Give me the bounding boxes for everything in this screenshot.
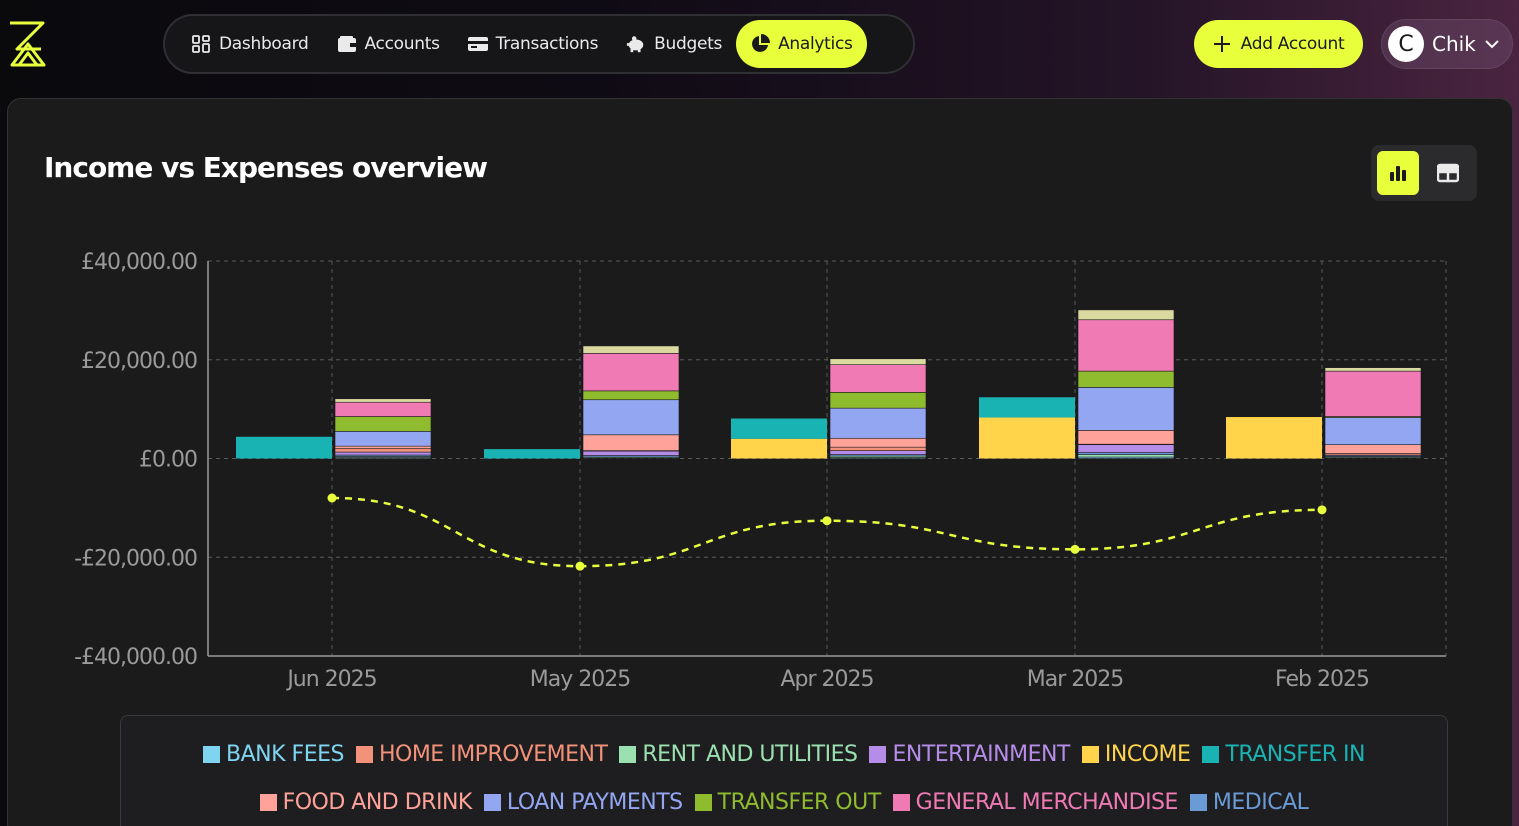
bar-segment-transfer-in[interactable]	[731, 418, 827, 439]
bar-segment-transfer-out[interactable]	[582, 390, 680, 401]
bar-segment-home-improvement[interactable]	[829, 446, 927, 451]
y-tick-label: £0.00	[139, 448, 197, 473]
bar-segment-general-merchandise[interactable]	[1324, 370, 1422, 417]
bar-segment-general-merchandise[interactable]	[829, 364, 927, 393]
bar-segment-income[interactable]	[1226, 417, 1322, 459]
bar-segment-transfer-out[interactable]	[1077, 370, 1175, 388]
x-tick-label: Feb 2025	[1275, 667, 1369, 692]
x-tick-label: May 2025	[530, 667, 630, 692]
bar-segment-other[interactable]	[829, 358, 927, 365]
bar-segment-other[interactable]	[1077, 309, 1175, 321]
bar-segment-other[interactable]	[1324, 367, 1422, 372]
bar-segment-income[interactable]	[979, 417, 1075, 459]
bar-segment-other[interactable]	[334, 398, 432, 403]
y-tick-label: -£40,000.00	[74, 645, 197, 670]
bar-segment-transfer-in[interactable]	[236, 436, 332, 459]
bar-segment-loan-payments[interactable]	[829, 407, 927, 439]
y-tick-label: £40,000.00	[81, 250, 197, 275]
y-tick-label: -£20,000.00	[74, 546, 197, 571]
bar-segment-food-and-drink[interactable]	[1077, 430, 1175, 445]
net-point[interactable]	[822, 516, 832, 526]
income-expenses-chart: £40,000.00 £20,000.00 £0.00 -£20,000.00 -£40…	[74, 250, 1447, 692]
bar-segment-transfer-out[interactable]	[829, 392, 927, 409]
net-point[interactable]	[1070, 544, 1080, 554]
bar-segment-transfer-in[interactable]	[979, 397, 1075, 418]
bar-segment-income[interactable]	[731, 438, 827, 459]
y-tick-label: £20,000.00	[81, 349, 197, 374]
bar-segment-entertainment[interactable]	[1077, 444, 1175, 453]
net-point[interactable]	[575, 561, 585, 571]
bar-segment-loan-payments[interactable]	[582, 399, 680, 436]
bar-segment-home-improvement[interactable]	[334, 448, 432, 453]
bar-segment-rent-and-utilities[interactable]	[1077, 454, 1175, 458]
bar-segment-transfer-in[interactable]	[484, 449, 580, 459]
bar-segment-entertainment[interactable]	[582, 450, 680, 456]
bar-segment-transfer-out[interactable]	[334, 416, 432, 432]
bar-segment-loan-payments[interactable]	[1077, 387, 1175, 431]
bar-segment-entertainment[interactable]	[829, 450, 927, 455]
bar-segment-food-and-drink[interactable]	[1324, 444, 1422, 454]
bar-segment-general-merchandise[interactable]	[1077, 319, 1175, 372]
bar-segment-food-and-drink[interactable]	[582, 434, 680, 451]
x-tick-label: Jun 2025	[285, 667, 376, 692]
net-point[interactable]	[1317, 505, 1327, 515]
bar-segment-food-and-drink[interactable]	[829, 437, 927, 448]
net-line	[331, 496, 1323, 568]
bar-segment-general-merchandise[interactable]	[582, 353, 680, 392]
net-point[interactable]	[327, 493, 337, 503]
bar-segment-other[interactable]	[582, 345, 680, 354]
x-tick-label: Apr 2025	[780, 667, 873, 692]
x-tick-label: Mar 2025	[1027, 667, 1124, 692]
bar-segment-loan-payments[interactable]	[1324, 417, 1422, 445]
bar-segment-food-and-drink[interactable]	[334, 445, 432, 449]
bar-segment-loan-payments[interactable]	[334, 431, 432, 447]
bar-segment-entertainment[interactable]	[334, 451, 432, 456]
bar-segment-general-merchandise[interactable]	[334, 401, 432, 417]
